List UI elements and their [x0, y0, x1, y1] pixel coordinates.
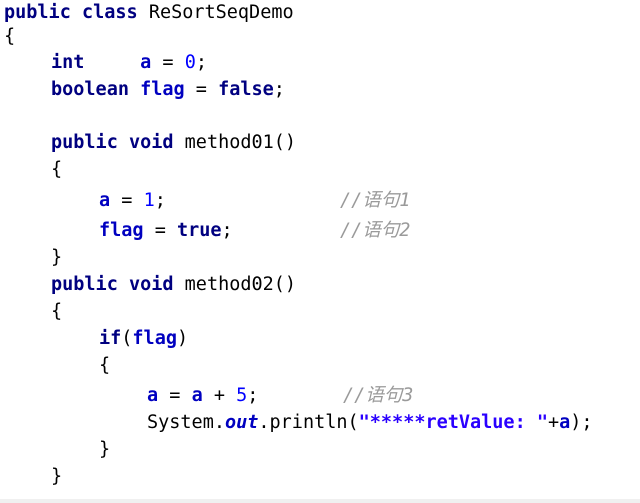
operator: + — [548, 412, 560, 433]
method-call: .println( — [258, 412, 359, 433]
code-line-8: a = 1; //语句1 — [4, 188, 410, 214]
semicolon: ; — [221, 220, 233, 241]
keyword-if: if — [99, 328, 122, 349]
code-editor[interactable]: public class ReSortSeqDemo { int a = 0; … — [0, 0, 640, 503]
type-int: int — [51, 52, 85, 73]
code-line-4: boolean flag = false; — [4, 77, 285, 103]
semicolon: ; — [273, 79, 285, 100]
code-line-18: } — [4, 464, 62, 490]
open-brace: { — [99, 355, 111, 376]
close-paren: ) — [176, 328, 189, 349]
code-line-16: System.out.println("*****retValue: "+a); — [4, 410, 593, 436]
keyword-public: public — [51, 274, 118, 295]
operator: = — [151, 52, 185, 73]
keyword-public: public — [4, 2, 71, 23]
semicolon: ; — [154, 190, 166, 211]
system-class: System. — [147, 412, 225, 433]
field-flag: flag — [140, 79, 185, 100]
operator: = — [184, 79, 219, 100]
keyword-void: void — [128, 132, 174, 153]
code-line-7: { — [4, 157, 62, 183]
operator: = — [110, 190, 144, 211]
code-line-10: } — [4, 245, 62, 271]
open-paren: ( — [121, 328, 133, 349]
method-name: method01() — [184, 132, 297, 153]
method-name: method02() — [184, 274, 297, 295]
code-line-1: public class ReSortSeqDemo — [4, 0, 294, 26]
open-brace: { — [4, 26, 16, 47]
code-line-13: if(flag) — [4, 326, 188, 352]
bottom-border — [0, 499, 640, 503]
semicolon: ; — [195, 52, 207, 73]
call-end: ); — [570, 412, 593, 433]
string-literal: "*****retValue: " — [358, 412, 548, 433]
code-line-12: { — [4, 299, 62, 325]
code-line-14: { — [4, 353, 110, 379]
close-brace: } — [51, 247, 63, 268]
operator: + — [202, 385, 237, 406]
class-name: ReSortSeqDemo — [148, 2, 294, 23]
comment: //语句2 — [340, 220, 411, 241]
literal-false: false — [218, 79, 274, 100]
code-line-3: int a = 0; — [4, 50, 207, 76]
number-literal: 0 — [184, 52, 196, 73]
field-a: a — [191, 385, 203, 406]
code-line-6: public void method01() — [4, 130, 296, 156]
open-brace: { — [51, 301, 63, 322]
keyword-public: public — [51, 132, 118, 153]
field-a: a — [140, 52, 152, 73]
literal-true: true — [176, 220, 222, 241]
field-a: a — [147, 385, 159, 406]
code-line-17: } — [4, 437, 110, 463]
comment: //语句3 — [343, 385, 414, 406]
field-flag: flag — [99, 220, 144, 241]
semicolon: ; — [247, 385, 259, 406]
code-line-2: { — [4, 24, 15, 50]
open-brace: { — [51, 159, 63, 180]
operator: = — [158, 385, 192, 406]
code-line-9: flag = true; //语句2 — [4, 218, 410, 244]
keyword-void: void — [128, 274, 174, 295]
field-flag: flag — [132, 328, 177, 349]
close-brace: } — [99, 439, 111, 460]
static-field-out: out — [224, 412, 259, 433]
code-line-15: a = a + 5; //语句3 — [4, 383, 413, 409]
comment: //语句1 — [340, 190, 411, 211]
operator: = — [143, 220, 177, 241]
code-line-11: public void method02() — [4, 272, 296, 298]
type-boolean: boolean — [51, 79, 129, 100]
number-literal: 5 — [236, 385, 248, 406]
field-a: a — [559, 412, 571, 433]
number-literal: 1 — [143, 190, 155, 211]
keyword-class: class — [81, 2, 138, 23]
close-brace: } — [51, 466, 63, 487]
field-a: a — [99, 190, 111, 211]
